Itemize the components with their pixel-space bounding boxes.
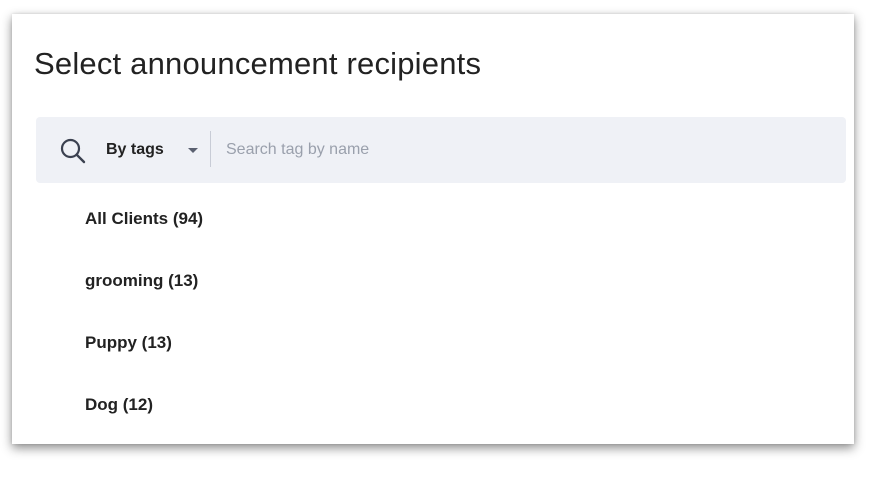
tag-option-all-clients[interactable]: All Clients (94) <box>85 192 203 254</box>
filter-type-dropdown[interactable]: By tags <box>106 117 198 183</box>
search-divider <box>210 131 211 167</box>
filter-type-label: By tags <box>106 141 164 158</box>
tag-option-grooming[interactable]: grooming (13) <box>85 254 203 316</box>
dialog-title: Select announcement recipients <box>34 46 482 81</box>
search-icon[interactable] <box>60 138 86 164</box>
recipients-dialog: Select announcement recipients By tags A… <box>12 14 854 444</box>
tag-option-dog[interactable]: Dog (12) <box>85 378 203 440</box>
tag-search-bar: By tags <box>36 117 846 183</box>
tag-option-puppy[interactable]: Puppy (13) <box>85 316 203 378</box>
tag-search-input[interactable] <box>226 131 826 169</box>
caret-down-icon <box>187 147 198 153</box>
tag-list: All Clients (94) grooming (13) Puppy (13… <box>85 192 203 440</box>
